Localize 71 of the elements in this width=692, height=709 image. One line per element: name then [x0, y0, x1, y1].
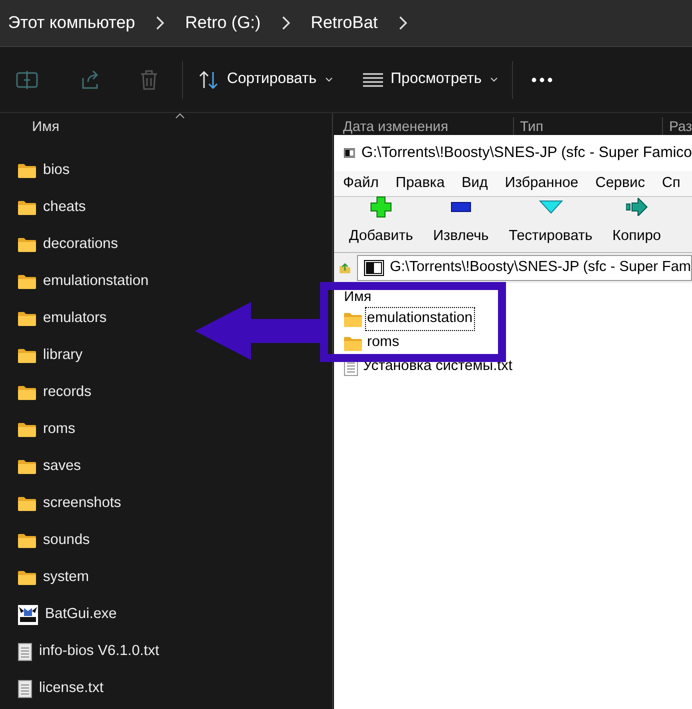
menu-item[interactable]: Правка: [396, 172, 445, 194]
column-header[interactable]: Имя: [344, 285, 692, 307]
file-name[interactable]: decorations: [43, 234, 118, 256]
chevron-icon: [398, 16, 408, 30]
folder-icon: [18, 274, 36, 289]
controller-icon: [18, 604, 38, 624]
folder-icon: [18, 237, 36, 252]
breadcrumb-item[interactable]: RetroBat: [310, 10, 378, 36]
file-name[interactable]: BatGui.exe: [45, 604, 117, 626]
folder-icon: [18, 422, 36, 437]
menu-item[interactable]: Сп: [662, 172, 680, 194]
chevron-icon: [155, 16, 166, 30]
rename-icon[interactable]: [16, 70, 38, 90]
folder-icon: [18, 163, 36, 178]
document-icon: [18, 680, 32, 698]
file-name[interactable]: emulationstation: [43, 270, 149, 292]
folder-icon: [18, 459, 36, 474]
minus-icon: [450, 202, 471, 212]
file-name[interactable]: saves: [43, 456, 81, 478]
sort-button[interactable]: Сортировать: [199, 68, 333, 91]
toolbar-button[interactable]: Извлечь: [433, 196, 489, 248]
list-item[interactable]: emulationstation: [365, 307, 475, 331]
folder-icon: [18, 570, 36, 585]
caret-icon: [490, 77, 498, 82]
column-header[interactable]: Имя: [32, 117, 60, 135]
path-field[interactable]: G:\Torrents\!Boosty\SNES-JP (sfc - Super Fam: [356, 255, 692, 281]
view-button[interactable]: Просмотреть: [362, 68, 498, 91]
menu-item[interactable]: Избранное: [504, 172, 578, 194]
menu-item[interactable]: Сервис: [595, 172, 646, 194]
breadcrumb-item[interactable]: Retro (G:): [185, 10, 261, 36]
folder-icon: [18, 385, 36, 400]
file-name[interactable]: screenshots: [43, 492, 122, 514]
sort-icon: [199, 70, 219, 90]
sort-caret-icon: [175, 113, 185, 119]
more-icon[interactable]: [530, 76, 553, 82]
menu-item[interactable]: Вид: [462, 172, 488, 194]
file-name[interactable]: license.txt: [39, 678, 104, 700]
file-name[interactable]: cheats: [43, 196, 86, 218]
list-item[interactable]: roms: [365, 331, 402, 355]
document-icon: [18, 642, 32, 660]
toolbar-button[interactable]: Тестировать: [508, 196, 592, 248]
chevron-icon: [280, 16, 291, 30]
lines-icon: [362, 72, 383, 86]
folder-icon: [18, 533, 36, 548]
file-name[interactable]: library: [43, 344, 82, 366]
caret-icon: [324, 77, 333, 82]
archive-logo-icon: [364, 260, 384, 276]
file-name[interactable]: roms: [43, 418, 76, 440]
folder-icon: [344, 336, 362, 350]
trash-icon[interactable]: [140, 70, 158, 90]
file-name[interactable]: emulators: [43, 308, 107, 330]
column-header[interactable]: Раз: [663, 117, 692, 135]
folder-icon: [344, 312, 362, 326]
folder-icon: [18, 200, 36, 215]
folder-icon: [18, 348, 36, 363]
folder-icon: [18, 311, 36, 326]
toolbar-button[interactable]: Добавить: [349, 196, 414, 248]
file-name[interactable]: info-bios V6.1.0.txt: [39, 640, 160, 662]
file-name[interactable]: system: [43, 566, 89, 588]
file-name[interactable]: sounds: [43, 530, 90, 552]
toolbar-button[interactable]: Копиро: [612, 196, 661, 248]
share-icon[interactable]: [80, 70, 100, 90]
menu-item[interactable]: Файл: [343, 172, 379, 194]
list-item[interactable]: Установка системы.txt: [361, 355, 514, 379]
folder-icon: [18, 496, 36, 511]
file-name[interactable]: records: [43, 382, 92, 404]
plus-icon: [370, 196, 392, 218]
arrow-icon: [626, 198, 648, 216]
breadcrumb-item[interactable]: Этот компьютер: [8, 10, 136, 36]
file-name[interactable]: bios: [43, 160, 70, 182]
window-title: G:\Torrents\!Boosty\SNES-JP (sfc - Super Famico: [361, 142, 692, 163]
